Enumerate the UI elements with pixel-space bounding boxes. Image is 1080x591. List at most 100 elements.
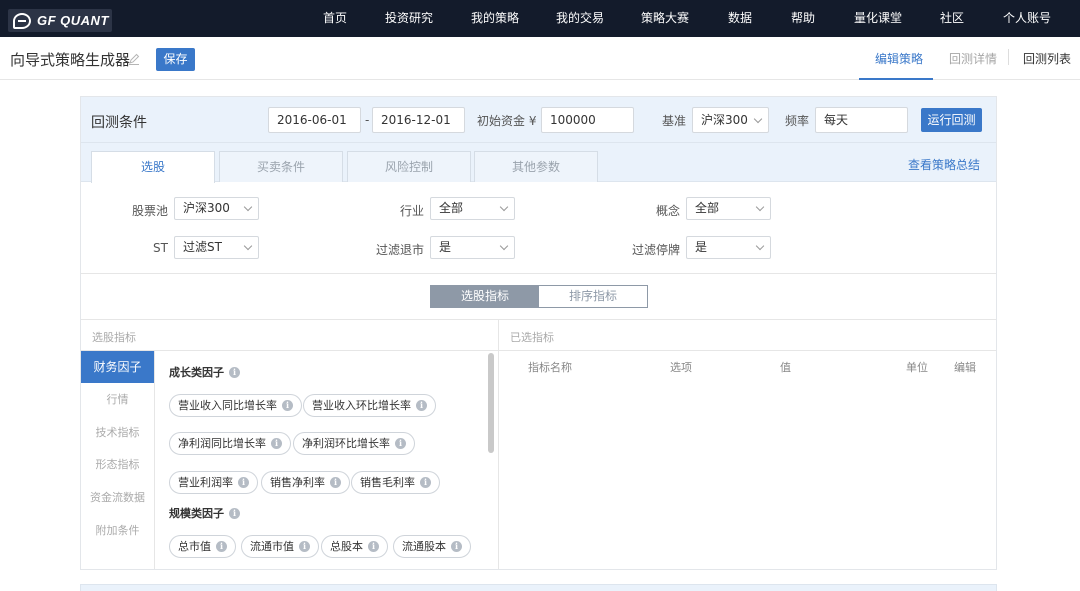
logo[interactable]: GF QUANT: [8, 9, 112, 32]
info-icon[interactable]: i: [395, 438, 406, 449]
run-backtest-button[interactable]: 运行回测: [921, 108, 982, 132]
nav-home[interactable]: 首页: [323, 0, 347, 37]
category-technical[interactable]: 技术指标: [81, 417, 154, 449]
industry-value: 全部: [439, 201, 464, 215]
chip-label: 净利润同比增长率: [178, 437, 266, 450]
factor-chip[interactable]: 流通股本 i: [393, 535, 471, 558]
category-market[interactable]: 行情: [81, 384, 154, 416]
nav-help[interactable]: 帮助: [791, 0, 815, 37]
factor-chip[interactable]: 营业收入环比增长率 i: [303, 394, 436, 417]
chip-label: 总市值: [178, 540, 211, 553]
factor-chip[interactable]: 总股本 i: [321, 535, 388, 558]
suspend-select[interactable]: 是: [686, 236, 771, 259]
suspend-label: 过滤停牌: [631, 243, 680, 257]
factor-chip[interactable]: 净利润环比增长率 i: [293, 432, 415, 455]
chip-label: 营业收入同比增长率: [178, 399, 277, 412]
chevron-down-icon: [243, 202, 253, 212]
toggle-sort-indicators[interactable]: 排序指标: [539, 286, 647, 307]
view-summary-link[interactable]: 查看策略总结: [908, 156, 980, 173]
pencil-icon[interactable]: [128, 53, 140, 65]
info-icon[interactable]: i: [416, 400, 427, 411]
capital-label: 初始资金 ¥: [477, 114, 537, 128]
active-tab-indicator: [859, 78, 933, 80]
frequency-input[interactable]: 每天: [815, 107, 908, 133]
factor-chip[interactable]: 营业利润率 i: [169, 471, 258, 494]
suspend-value: 是: [695, 240, 708, 254]
info-icon[interactable]: i: [420, 477, 431, 488]
nav-community[interactable]: 社区: [940, 0, 964, 37]
group-title-size: 规模类因子 i: [169, 505, 240, 521]
factor-chip[interactable]: 流通市值 i: [241, 535, 319, 558]
factor-chip[interactable]: 净利润同比增长率 i: [169, 432, 291, 455]
tab-other-params[interactable]: 其他参数: [474, 151, 598, 182]
left-section-header: 选股指标: [81, 319, 498, 351]
concept-select[interactable]: 全部: [686, 197, 771, 220]
tab-backtest-list[interactable]: 回测列表: [1023, 50, 1071, 67]
chevron-down-icon: [243, 241, 253, 251]
indicator-toggle: 选股指标 排序指标: [430, 285, 648, 308]
save-button[interactable]: 保存: [156, 48, 195, 71]
info-icon[interactable]: i: [451, 541, 462, 552]
nav-my-trades[interactable]: 我的交易: [556, 0, 604, 37]
right-section-title: 已选指标: [510, 331, 554, 344]
factor-chip[interactable]: 销售净利率 i: [261, 471, 350, 494]
nav-my-strategy[interactable]: 我的策略: [471, 0, 519, 37]
st-select[interactable]: 过滤ST: [174, 236, 259, 259]
factor-list: 成长类因子 i 营业收入同比增长率 i 营业收入环比增长率 i 净利润同比增长率 i …: [154, 351, 497, 569]
info-icon[interactable]: i: [229, 366, 240, 378]
category-additional[interactable]: 附加条件: [81, 515, 154, 547]
nav-classroom[interactable]: 量化课堂: [854, 0, 902, 37]
category-capital-flow[interactable]: 资金流数据: [81, 482, 154, 514]
benchmark-select[interactable]: 沪深300: [692, 107, 769, 133]
industry-label: 行业: [399, 204, 424, 218]
backtest-conditions-bar: 回测条件 2016-06-01 - 2016-12-01 初始资金 ¥ 1000…: [81, 97, 996, 143]
info-icon[interactable]: i: [229, 507, 240, 519]
selected-indicators: 指标名称 选项 值 单位 编辑: [498, 351, 996, 569]
tab-stock-selection[interactable]: 选股: [91, 151, 215, 183]
end-date-input[interactable]: 2016-12-01: [372, 107, 465, 133]
info-icon[interactable]: i: [330, 477, 341, 488]
tab-backtest-detail[interactable]: 回测详情: [949, 50, 997, 67]
toggle-selection-indicators[interactable]: 选股指标: [431, 286, 539, 307]
tab-edit-strategy[interactable]: 编辑策略: [875, 50, 923, 67]
capital-input[interactable]: 100000: [541, 107, 634, 133]
nav-contest[interactable]: 策略大赛: [641, 0, 689, 37]
chip-label: 销售净利率: [270, 476, 325, 489]
strategy-tabs: 选股 买卖条件 风险控制 其他参数 查看策略总结: [81, 143, 996, 183]
info-icon[interactable]: i: [238, 477, 249, 488]
factor-chip[interactable]: 总市值 i: [169, 535, 236, 558]
tab-risk-control[interactable]: 风险控制: [347, 151, 471, 182]
stock-filters: 股票池 沪深300 行业 全部 概念 全部 ST 过滤ST 过滤退市 是 过滤停…: [81, 183, 996, 274]
chevron-down-icon: [499, 202, 509, 212]
industry-select[interactable]: 全部: [430, 197, 515, 220]
nav-account[interactable]: 个人账号: [1003, 0, 1051, 37]
nav-research[interactable]: 投资研究: [385, 0, 433, 37]
pool-select[interactable]: 沪深300: [174, 197, 259, 220]
col-unit: 单位: [906, 361, 928, 374]
nav-data[interactable]: 数据: [728, 0, 752, 37]
group-title-growth: 成长类因子 i: [169, 364, 240, 380]
chip-label: 营业利润率: [178, 476, 233, 489]
factor-chip[interactable]: 营业收入同比增长率 i: [169, 394, 302, 417]
pool-value: 沪深300: [183, 201, 230, 215]
info-icon[interactable]: i: [368, 541, 379, 552]
chevron-down-icon: [499, 241, 509, 251]
info-icon[interactable]: i: [282, 400, 293, 411]
chip-label: 流通市值: [250, 540, 294, 553]
info-icon[interactable]: i: [271, 438, 282, 449]
pool-label: 股票池: [131, 204, 168, 218]
start-date-input[interactable]: 2016-06-01: [268, 107, 361, 133]
factor-scrollbar[interactable]: [488, 353, 494, 453]
category-pattern[interactable]: 形态指标: [81, 449, 154, 481]
delist-select[interactable]: 是: [430, 236, 515, 259]
info-icon[interactable]: i: [299, 541, 310, 552]
benchmark-label: 基准: [662, 114, 687, 128]
category-nav: 财务因子 行情 技术指标 形态指标 资金流数据 附加条件: [81, 351, 154, 569]
info-icon[interactable]: i: [216, 541, 227, 552]
tab-trade-conditions[interactable]: 买卖条件: [219, 151, 343, 182]
factor-chip[interactable]: 销售毛利率 i: [351, 471, 440, 494]
category-financial[interactable]: 财务因子: [81, 351, 154, 383]
page-header: 向导式策略生成器 保存 编辑策略 回测详情 回测列表: [0, 37, 1080, 80]
benchmark-value: 沪深300: [701, 113, 748, 127]
logo-icon: [13, 12, 31, 29]
